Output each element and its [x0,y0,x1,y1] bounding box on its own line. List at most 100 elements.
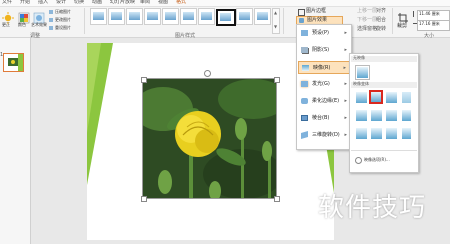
reflection-variant-7[interactable] [386,110,397,121]
reflection-variant-10[interactable] [371,128,382,139]
tab-design[interactable]: 设计 [56,0,66,5]
menu-item-glow[interactable]: 发光(G) ▸ [298,78,350,91]
width-field[interactable]: 17.16 厘米 [413,20,450,31]
menu-item-reflection[interactable]: 映像(R) ▸ [298,61,350,74]
menu-item-label: 柔化边缘(E) [312,98,340,104]
reset-picture-label: 重设图片 [55,25,71,30]
picture-style-4[interactable] [144,8,161,25]
send-backward-button[interactable]: 下移一层 [357,18,377,23]
slide-thumbnail[interactable] [3,53,24,72]
resize-handle-se[interactable] [274,196,280,202]
reflection-variant-12[interactable] [402,128,411,139]
change-picture-label: 更改图片 [55,17,71,22]
picture-style-8[interactable] [216,9,236,26]
submenu-header-none: 无映像 [351,56,417,62]
align-button[interactable]: 对齐 [376,9,386,14]
reflection-variant-4[interactable] [402,92,411,103]
reflection-options-item[interactable]: 映像选项(R)... [353,155,415,165]
tab-transitions[interactable]: 切换 [74,0,84,5]
menu-item-3d-rotation[interactable]: 三维旋转(D) ▸ [298,129,350,142]
reflection-swatch-icon [357,67,368,78]
chevron-right-icon: ▸ [344,47,347,53]
selected-picture[interactable] [142,78,277,199]
picture-border-label: 图片边框 [306,8,327,14]
picture-style-6[interactable] [180,8,197,25]
height-field[interactable]: 11.46 厘米 [413,10,450,21]
correct-button[interactable] [2,9,14,24]
ribbon-tabs: 文件 开始 插入 设计 切换 动画 幻灯片放映 审阅 视图 格式 [0,0,450,7]
tab-insert[interactable]: 插入 [38,0,48,5]
crop-button[interactable] [397,9,409,23]
menu-item-label: 三维旋转(D) [312,132,340,138]
reflection-variant-8[interactable] [402,110,411,121]
picture-style-7[interactable] [198,8,215,25]
picture-style-1[interactable] [90,8,107,25]
ribbon-separator [283,8,284,34]
picture-style-9[interactable] [236,8,253,25]
bring-forward-button[interactable]: 上移一层 [357,9,377,14]
tab-file[interactable]: 文件 [2,0,12,5]
chevron-right-icon: ▸ [344,98,347,104]
reflection-variant-2-selected[interactable] [369,90,383,104]
menu-item-label: 棱台(B) [312,115,330,121]
change-picture-button[interactable]: 更改图片 [49,17,79,23]
picture-style-2[interactable] [108,8,125,25]
tab-slideshow[interactable]: 幻灯片放映 [110,0,135,5]
menu-item-shadow[interactable]: 阴影(S) ▸ [298,44,350,57]
submenu-header-variants: 映像变体 [351,82,417,88]
menu-item-label: 预设(P) [312,30,329,36]
ribbon-separator [392,8,393,34]
tab-animations[interactable]: 动画 [92,0,102,5]
reflection-variant-3[interactable] [386,92,397,103]
preset-icon [301,30,308,36]
tab-view[interactable]: 视图 [158,0,168,5]
menu-item-soft-edges[interactable]: 柔化边缘(E) ▸ [298,95,350,108]
menu-item-preset[interactable]: 预设(P) ▸ [298,27,350,40]
thumbnail-accent [18,54,23,71]
resize-handle-sw[interactable] [141,196,147,202]
rotate-handle[interactable] [204,70,211,77]
width-input[interactable]: 17.16 厘米 [417,20,450,31]
menu-item-bevel[interactable]: 棱台(B) ▸ [298,112,350,125]
picture-style-5[interactable] [162,8,179,25]
resize-handle-ne[interactable] [274,77,280,83]
effects-icon [299,18,304,23]
correct-label: 更正 [2,22,10,27]
ribbon-separator [84,8,85,34]
watermark-text: 软件技巧 [318,193,427,223]
change-picture-icon [49,18,53,22]
picture-border-button[interactable]: 图片边框 [298,8,340,16]
chevron-right-icon: ▸ [343,65,346,71]
reset-picture-button[interactable]: 重设图片 [49,25,79,31]
tab-home[interactable]: 开始 [20,0,30,5]
reflection-variant-9[interactable] [356,128,367,139]
reflection-variant-5[interactable] [356,110,367,121]
rotate-button[interactable]: 旋转 [376,27,386,32]
artistic-effects-button[interactable] [33,9,45,24]
picture-style-3[interactable] [126,8,143,25]
tab-review[interactable]: 审阅 [140,0,150,5]
tab-format[interactable]: 格式 [176,0,186,5]
picture-style-10[interactable] [254,8,271,25]
compress-pictures-button[interactable]: 压缩图片 [49,9,79,15]
group-button[interactable]: 组合 [376,18,386,23]
reflection-swatch-icon [371,92,381,102]
soft-edges-icon [301,98,308,104]
styles-gallery-scroll[interactable]: ▲ ▼ [272,8,280,34]
options-icon [355,157,362,164]
selection-pane-button[interactable]: 选择窗格 [357,27,377,32]
no-reflection-option[interactable] [355,65,370,80]
reflection-variant-11[interactable] [386,128,397,139]
resize-handle-nw[interactable] [141,77,147,83]
bevel-icon [301,115,308,121]
reflection-variant-6[interactable] [371,110,382,121]
chevron-right-icon: ▸ [344,30,347,36]
reflection-variant-1[interactable] [356,92,367,103]
artistic-effects-label: 艺术效果 [31,22,47,27]
menu-item-label: 映像(R) [313,65,331,71]
submenu-divider [351,150,417,151]
chevron-right-icon: ▸ [344,132,347,138]
picture-effects-label: 图片效果 [307,17,328,23]
color-button[interactable] [18,9,30,24]
reflection-options-label: 映像选项(R)... [364,157,390,162]
